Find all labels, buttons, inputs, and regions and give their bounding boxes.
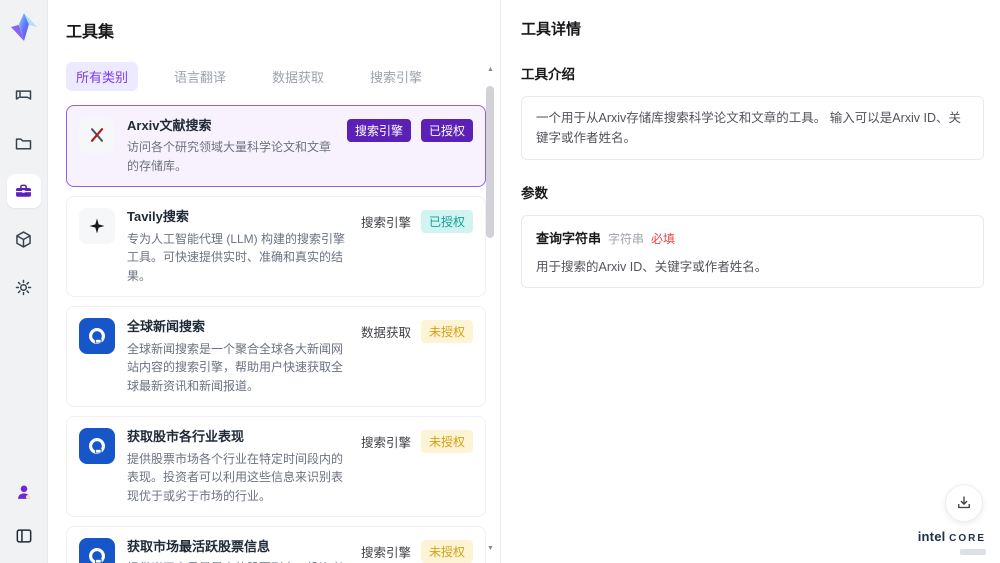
tool-name: 全球新闻搜索 bbox=[127, 319, 206, 335]
scroll-down-icon[interactable]: ▼ bbox=[487, 545, 494, 552]
panel-collapse-icon[interactable] bbox=[7, 519, 41, 553]
toolbox-icon[interactable] bbox=[6, 174, 41, 208]
tool-name: 获取股市各行业表现 bbox=[127, 429, 245, 445]
tab-2[interactable]: 数据获取 bbox=[262, 62, 334, 91]
auth-status-badge: 未授权 bbox=[420, 430, 473, 454]
cube-icon[interactable] bbox=[7, 222, 41, 256]
intel-core-logo: intel CORE bbox=[918, 528, 986, 555]
tab-0[interactable]: 所有类别 bbox=[66, 62, 139, 91]
folder-icon[interactable] bbox=[7, 126, 41, 160]
tool-name: Tavily搜索 bbox=[127, 209, 189, 225]
tool-name: Arxiv文献搜索 bbox=[127, 118, 212, 133]
tool-description: 提供当天交易量最高的股票列表，投资者可以利用这些信息来识别流动性强的股票和潜在的… bbox=[127, 559, 349, 563]
download-button[interactable] bbox=[945, 484, 983, 522]
auth-status-badge: 未授权 bbox=[420, 540, 473, 563]
param-item: 查询字符串 字符串 必填用于搜索的Arxiv ID、关键字或作者姓名。 bbox=[521, 215, 984, 288]
tool-intro-text: 一个用于从Arxiv存储库搜索科学论文和文章的工具。 输入可以是Arxiv ID… bbox=[521, 96, 984, 160]
param-type: 字符串 bbox=[608, 232, 645, 246]
tab-1[interactable]: 语言翻译 bbox=[164, 62, 236, 91]
intro-header: 工具介绍 bbox=[521, 67, 575, 82]
tool-name: 获取市场最活跃股票信息 bbox=[127, 539, 271, 555]
tool-card[interactable]: 全球新闻搜索全球新闻搜索是一个聚合全球各大新闻网站内容的搜索引擎，帮助用户快速获… bbox=[66, 306, 486, 408]
page-title: 工具集 bbox=[66, 24, 115, 41]
category-label: 搜索引擎 bbox=[360, 216, 411, 231]
params-header: 参数 bbox=[521, 186, 548, 201]
category-label: 搜索引擎 bbox=[360, 546, 411, 561]
tool-description: 专为人工智能代理 (LLM) 构建的搜索引擎工具。可快速提供实时、准确和真实的结… bbox=[127, 231, 346, 283]
globalnews-icon bbox=[79, 318, 115, 355]
tool-description: 全球新闻搜索是一个聚合全球各大新闻网站内容的搜索引擎，帮助用户快速获取全球最新资… bbox=[127, 341, 344, 393]
auth-status-badge: 已授权 bbox=[420, 119, 473, 142]
tool-card[interactable]: Arxiv文献搜索访问各个研究领域大量科学论文和文章的存储库。 搜索引擎 已授权 bbox=[66, 105, 486, 188]
auth-status-badge: 未授权 bbox=[420, 320, 473, 344]
app-logo-icon bbox=[9, 12, 39, 42]
brand-core: CORE bbox=[949, 533, 986, 544]
scrollbar-thumb[interactable] bbox=[486, 86, 494, 238]
tab-3[interactable]: 搜索引擎 bbox=[360, 62, 432, 91]
stock-active-icon bbox=[79, 538, 115, 563]
arxiv-icon bbox=[79, 117, 115, 153]
chat-icon[interactable] bbox=[7, 78, 41, 112]
sidebar bbox=[0, 0, 48, 563]
param-name: 查询字符串 bbox=[536, 231, 602, 246]
app-window: 工具集 所有类别 语言翻译 数据获取 搜索引擎 Arxiv文献搜索 访问各个研究领域大量… bbox=[0, 0, 1000, 563]
scroll-up-icon[interactable]: ▲ bbox=[487, 66, 494, 73]
tool-card[interactable]: 获取股市各行业表现提供股票市场各个行业在特定时间段内的表现。投资者可以利用这些信… bbox=[66, 416, 486, 518]
category-label: 搜索引擎 bbox=[360, 436, 411, 451]
tool-detail-panel: 工具详情 工具介绍 一个用于从Arxiv存储库搜索科学论文和文章的工具。 输入可… bbox=[500, 0, 1000, 563]
category-tabs: 所有类别 语言翻译 数据获取 搜索引擎 bbox=[66, 62, 500, 91]
tool-description: 提供股票市场各个行业在特定时间段内的表现。投资者可以利用这些信息来识别表现优于或… bbox=[127, 451, 344, 503]
list-scrollbar[interactable]: ▲ ▼ bbox=[486, 66, 494, 552]
detail-title: 工具详情 bbox=[521, 21, 582, 38]
tool-card[interactable]: 获取市场最活跃股票信息提供当天交易量最高的股票列表，投资者可以利用这些信息来识别… bbox=[66, 526, 486, 563]
tool-description: 访问各个研究领域大量科学论文和文章的存储库。 bbox=[127, 140, 332, 173]
tavily-icon bbox=[79, 208, 115, 245]
tool-list-panel: 工具集 所有类别 语言翻译 数据获取 搜索引擎 Arxiv文献搜索 访问各个研究领域大量… bbox=[48, 0, 500, 563]
category-badge: 搜索引擎 bbox=[346, 119, 411, 142]
param-description: 用于搜索的Arxiv ID、关键字或作者姓名。 bbox=[536, 260, 768, 274]
gear-icon[interactable] bbox=[7, 270, 41, 304]
brand-bar bbox=[960, 549, 986, 555]
tool-card[interactable]: Tavily搜索专为人工智能代理 (LLM) 构建的搜索引擎工具。可快速提供实时… bbox=[66, 196, 486, 298]
brand-intel: intel bbox=[917, 529, 946, 544]
sidebar-nav bbox=[6, 78, 41, 304]
tool-list: Arxiv文献搜索 访问各个研究领域大量科学论文和文章的存储库。 搜索引擎 已授权 Ta… bbox=[66, 105, 500, 563]
auth-status-badge: 已授权 bbox=[420, 210, 473, 234]
param-required-flag: 必填 bbox=[651, 232, 676, 246]
stock-sector-icon bbox=[79, 428, 115, 465]
category-label: 数据获取 bbox=[360, 326, 411, 341]
params-list: 查询字符串 字符串 必填用于搜索的Arxiv ID、关键字或作者姓名。 bbox=[521, 215, 984, 288]
avatar-icon[interactable] bbox=[7, 475, 41, 509]
